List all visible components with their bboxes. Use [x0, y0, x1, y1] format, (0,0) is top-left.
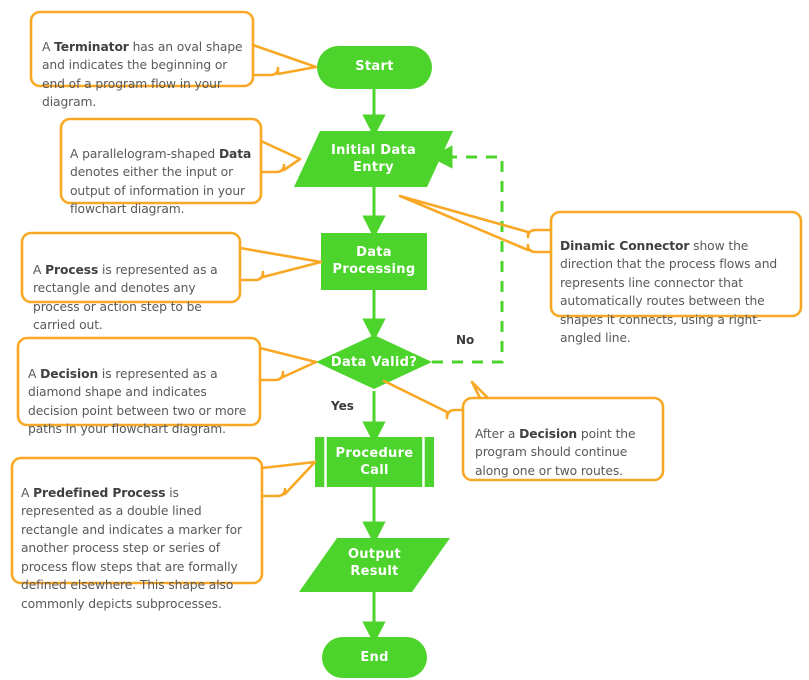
- callout-tail-terminator: [251, 43, 318, 77]
- flowchart-canvas: Start Initial Data Entry Data Processing…: [0, 0, 809, 680]
- callout-tail-data: [259, 139, 302, 174]
- note-lead: A: [33, 262, 46, 277]
- edge-label-yes: Yes: [331, 399, 354, 413]
- note-predefined: A Predefined Process is represented as a…: [21, 465, 254, 613]
- note-lead: A: [28, 366, 41, 381]
- note-lead: After a: [475, 426, 520, 441]
- note-term: Terminator: [54, 39, 129, 54]
- note-term: Decision: [519, 426, 578, 441]
- callout-tail-predefined: [260, 460, 317, 498]
- note-term: Predefined Process: [33, 485, 166, 500]
- callout-tail-process: [238, 246, 323, 282]
- note-rest: denotes either the input or output of in…: [70, 165, 245, 216]
- edge-label-no: No: [456, 333, 475, 347]
- note-lead: A: [21, 485, 34, 500]
- note-term: Dinamic Connector: [560, 238, 690, 253]
- note-term: Process: [45, 262, 99, 277]
- note-term: Data: [218, 146, 252, 161]
- note-data: A parallelogram-shaped Data denotes eith…: [70, 126, 252, 219]
- note-lead: A parallelogram-shaped: [70, 146, 219, 161]
- note-term: Decision: [40, 366, 99, 381]
- note-rest: show the direction that the process flow…: [560, 238, 778, 346]
- note-process: A Process is represented as a rectangle …: [33, 242, 230, 335]
- note-connector: Dinamic Connector show the direction tha…: [560, 218, 794, 348]
- note-rest: is represented as a double lined rectang…: [21, 485, 242, 611]
- note-terminator: A Terminator has an oval shape and indic…: [42, 19, 245, 112]
- callout-tail-connector: [398, 194, 553, 254]
- note-lead: A: [42, 39, 55, 54]
- note-decision: A Decision is represented as a diamond s…: [28, 346, 252, 439]
- callout-tail-decision: [258, 346, 318, 382]
- note-after-decision: After a Decision point the program shoul…: [475, 406, 653, 480]
